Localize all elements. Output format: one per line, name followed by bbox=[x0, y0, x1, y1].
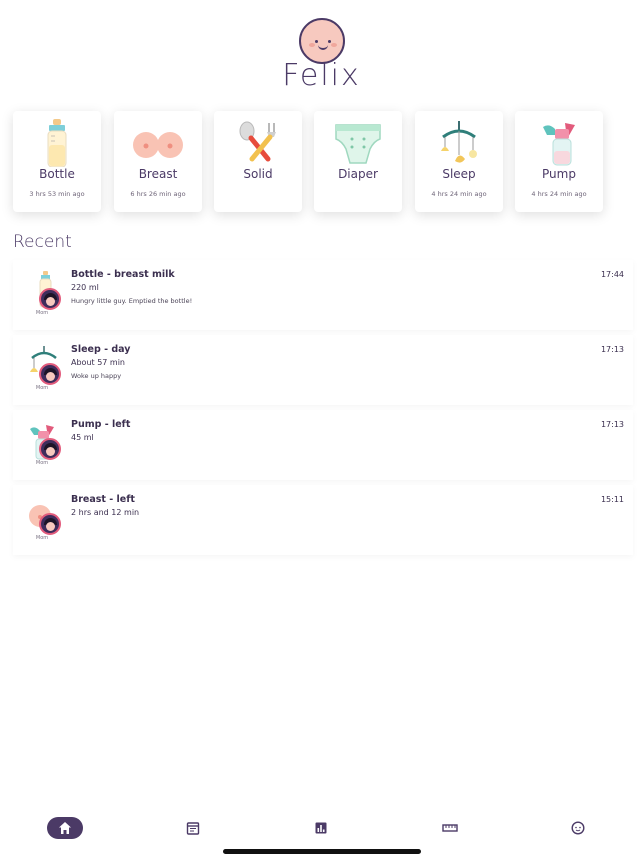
caregiver-label: Mom bbox=[35, 310, 49, 316]
entry-title: Breast - left bbox=[71, 494, 135, 505]
caregiver-label: Mom bbox=[35, 535, 49, 541]
tab-baby-profile[interactable] bbox=[560, 817, 596, 839]
sleep-card[interactable]: Sleep 4 hrs 24 min ago bbox=[415, 111, 503, 212]
pump-label: Pump bbox=[542, 167, 576, 181]
diaper-icon bbox=[335, 124, 381, 164]
spoon-fork-icon bbox=[239, 121, 276, 162]
list-item[interactable]: Mom Sleep - day About 57 min Woke up hap… bbox=[13, 335, 633, 405]
entry-title: Sleep - day bbox=[71, 344, 131, 355]
baby-name: Felix bbox=[282, 58, 361, 93]
entry-amount: 220 ml bbox=[71, 283, 99, 292]
bottle-since: 3 hrs 53 min ago bbox=[29, 190, 85, 198]
breast-card[interactable]: Breast 6 hrs 26 min ago bbox=[114, 111, 202, 212]
avatar bbox=[39, 513, 61, 535]
bottle-card[interactable]: Bottle 3 hrs 53 min ago bbox=[13, 111, 101, 212]
ruler-icon bbox=[442, 824, 458, 832]
entry-title: Bottle - breast milk bbox=[71, 269, 175, 280]
breast-label: Breast bbox=[138, 167, 178, 181]
quick-actions: Bottle 3 hrs 53 min ago Breast 6 hrs 26 … bbox=[13, 111, 613, 212]
solid-card[interactable]: Solid bbox=[214, 111, 302, 212]
avatar bbox=[39, 438, 61, 460]
mobile-icon bbox=[441, 121, 477, 163]
bottle-label: Bottle bbox=[39, 167, 75, 181]
tab-calendar[interactable] bbox=[175, 817, 211, 839]
entry-amount: 45 ml bbox=[71, 433, 94, 442]
home-icon bbox=[59, 822, 71, 834]
list-item[interactable]: Mom Bottle - breast milk 220 ml Hungry l… bbox=[13, 260, 633, 330]
pump-icon bbox=[543, 123, 575, 166]
entry-note: Woke up happy bbox=[71, 372, 122, 380]
breast-since: 6 hrs 26 min ago bbox=[130, 190, 186, 198]
entry-title: Pump - left bbox=[71, 419, 131, 430]
entry-note: Hungry little guy. Emptied the bottle! bbox=[71, 297, 193, 305]
entry-time: 17:13 bbox=[600, 345, 624, 354]
recent-title: Recent bbox=[13, 232, 72, 252]
avatar bbox=[39, 288, 61, 310]
tab-home[interactable] bbox=[47, 817, 83, 839]
pump-since: 4 hrs 24 min ago bbox=[531, 190, 587, 198]
avatar bbox=[39, 363, 61, 385]
entry-time: 17:13 bbox=[600, 420, 624, 429]
calendar-icon bbox=[186, 822, 200, 835]
sleep-since: 4 hrs 24 min ago bbox=[431, 190, 487, 198]
tab-growth[interactable] bbox=[432, 817, 468, 839]
baby-icon bbox=[571, 821, 585, 835]
chart-icon bbox=[315, 822, 327, 834]
header: Felix bbox=[0, 0, 643, 100]
caregiver-label: Mom bbox=[35, 385, 49, 391]
sleep-label: Sleep bbox=[442, 167, 476, 181]
entry-amount: About 57 min bbox=[71, 358, 126, 367]
breast-icon bbox=[133, 132, 183, 158]
diaper-label: Diaper bbox=[338, 167, 378, 181]
tab-statistics[interactable] bbox=[303, 817, 339, 839]
list-item[interactable]: Mom Pump - left 45 ml 17:13 bbox=[13, 410, 633, 480]
solid-label: Solid bbox=[243, 167, 273, 181]
bottle-icon bbox=[47, 119, 67, 167]
pump-card[interactable]: Pump 4 hrs 24 min ago bbox=[515, 111, 603, 212]
diaper-card[interactable]: Diaper bbox=[314, 111, 402, 212]
caregiver-label: Mom bbox=[35, 460, 49, 466]
home-indicator[interactable] bbox=[223, 849, 421, 854]
list-item[interactable]: Mom Breast - left 2 hrs and 12 min 15:11 bbox=[13, 485, 633, 555]
entry-time: 17:44 bbox=[600, 270, 624, 279]
tab-bar bbox=[0, 812, 643, 846]
entry-amount: 2 hrs and 12 min bbox=[71, 508, 140, 517]
entry-time: 15:11 bbox=[600, 495, 624, 504]
